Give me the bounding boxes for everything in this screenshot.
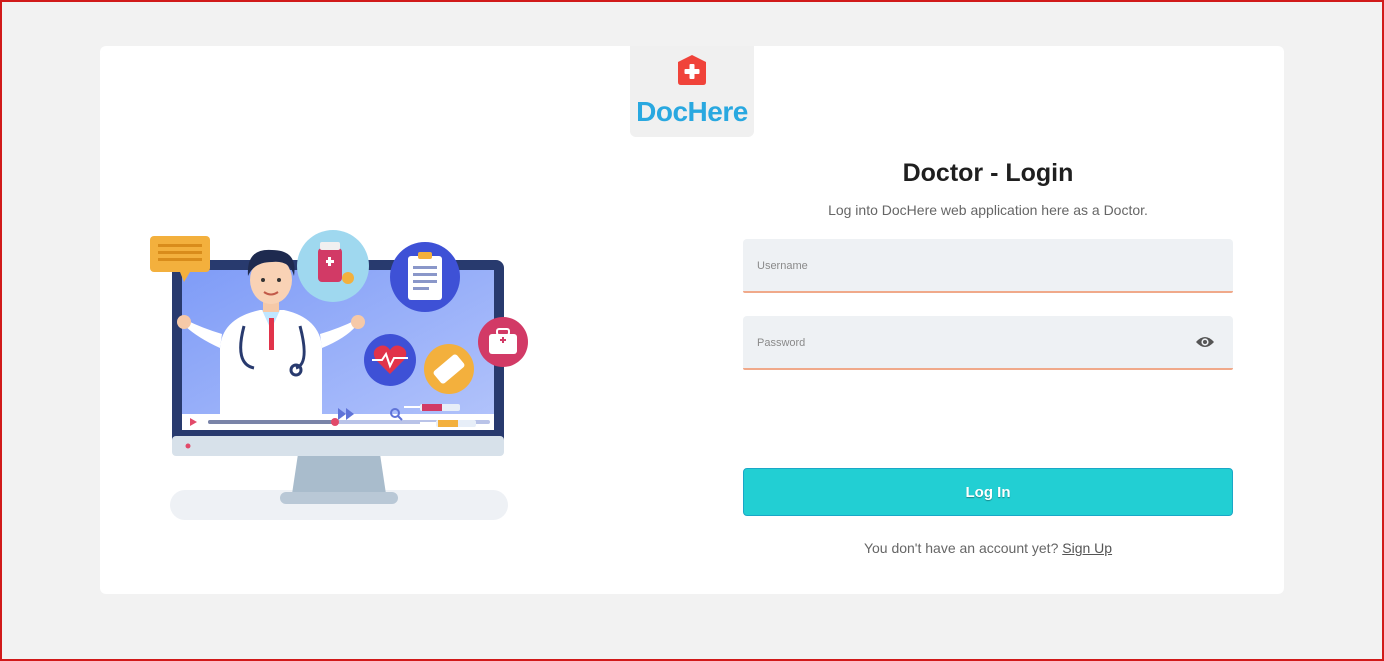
login-card: DocHere Doctor - Login Log into DocHere … xyxy=(100,46,1284,594)
signup-prompt: You don't have an account yet? Sign Up xyxy=(743,540,1233,556)
eye-icon[interactable] xyxy=(1195,334,1215,350)
password-field[interactable] xyxy=(743,316,1233,370)
page-title: Doctor - Login xyxy=(902,159,1074,187)
login-form: Doctor - Login Log into DocHere web appl… xyxy=(743,156,1233,556)
login-button[interactable]: Log In xyxy=(743,468,1233,516)
telemedicine-doctor-illustration xyxy=(150,230,528,520)
page-subtitle: Log into DocHere web application here as… xyxy=(828,202,1148,218)
medical-cross-icon xyxy=(678,55,706,85)
signup-link[interactable]: Sign Up xyxy=(1062,540,1112,556)
username-input[interactable] xyxy=(755,239,1189,293)
brand-logo: DocHere xyxy=(630,46,754,137)
brand-name: DocHere xyxy=(636,96,748,127)
username-field[interactable] xyxy=(743,239,1233,293)
signup-prompt-text: You don't have an account yet? xyxy=(863,540,1059,556)
password-input[interactable] xyxy=(755,316,1189,370)
